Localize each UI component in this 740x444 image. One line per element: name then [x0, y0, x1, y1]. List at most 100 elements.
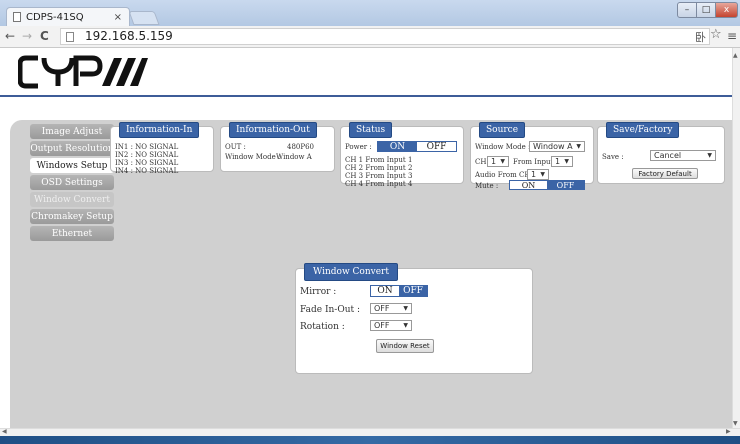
- taskbar: [0, 436, 740, 444]
- ch3-source: CH 3 From Input 3: [345, 172, 413, 180]
- close-window-button[interactable]: x: [715, 2, 738, 18]
- ch1-source: CH 1 From Input 1: [345, 156, 413, 164]
- mute-on[interactable]: ON: [510, 181, 547, 190]
- browser-toolbar: ← → C 192.168.5.159 卧 ☆ ≡: [0, 26, 740, 48]
- address-bar[interactable]: 192.168.5.159: [60, 28, 710, 45]
- maximize-button[interactable]: □: [696, 2, 716, 18]
- source-window-mode-select[interactable]: Window A ▼: [529, 141, 585, 152]
- save-factory-box: Save/Factory Save : Cancel ▼ Factory Defa…: [597, 122, 725, 184]
- star-icon[interactable]: ☆: [710, 27, 722, 42]
- ch-select[interactable]: 1 ▼: [487, 156, 509, 167]
- power-toggle[interactable]: ON OFF: [377, 141, 457, 152]
- main-panel: Image Adjust Output Resolution Windows S…: [10, 120, 732, 428]
- ch-value: 1: [491, 157, 497, 166]
- menu-ethernet[interactable]: Ethernet: [30, 226, 114, 241]
- power-off[interactable]: OFF: [417, 142, 456, 152]
- information-out-title: Information-Out: [229, 122, 317, 138]
- window-mode-label: Window Mode :: [225, 153, 281, 161]
- mirror-on[interactable]: ON: [371, 286, 399, 296]
- chevron-down-icon: ▼: [403, 322, 408, 329]
- from-input-value: 1: [555, 157, 561, 166]
- scroll-right-icon[interactable]: ▶: [726, 428, 731, 435]
- mirror-toggle[interactable]: ON OFF: [370, 285, 428, 297]
- chevron-down-icon: ▼: [403, 305, 408, 312]
- chevron-down-icon: ▼: [707, 152, 712, 159]
- save-factory-title: Save/Factory: [606, 122, 680, 138]
- menu-image-adjust[interactable]: Image Adjust: [30, 124, 114, 139]
- information-in-title: Information-In: [119, 122, 200, 138]
- fade-in-out-select[interactable]: OFF ▼: [370, 303, 412, 314]
- chevron-down-icon: ▼: [576, 143, 581, 150]
- save-label: Save :: [602, 153, 624, 161]
- in4-status: IN4 : NO SIGNAL: [115, 167, 179, 175]
- save-select[interactable]: Cancel ▼: [650, 150, 716, 161]
- mirror-label: Mirror :: [300, 287, 337, 297]
- ch-label: CH: [475, 158, 487, 166]
- out-value: 480P60: [287, 143, 314, 151]
- url-page-icon: [66, 32, 74, 42]
- scroll-up-icon[interactable]: ▲: [733, 52, 738, 59]
- factory-default-button[interactable]: Factory Default: [632, 168, 698, 179]
- source-window-mode-value: Window A: [533, 142, 573, 151]
- out-label: OUT :: [225, 143, 246, 151]
- scroll-down-icon[interactable]: ▼: [733, 420, 738, 427]
- from-input-label: From Input: [513, 158, 554, 166]
- chevron-down-icon: ▼: [564, 158, 569, 165]
- menu-windows-setup[interactable]: Windows Setup: [30, 158, 114, 173]
- horizontal-scrollbar[interactable]: [0, 428, 740, 436]
- audio-ch-select[interactable]: 1 ▼: [527, 169, 549, 180]
- window-reset-button[interactable]: Window Reset: [376, 339, 434, 353]
- in2-status: IN2 : NO SIGNAL: [115, 151, 179, 159]
- chevron-down-icon: ▼: [500, 158, 505, 165]
- menu-icon[interactable]: ≡: [727, 29, 737, 43]
- menu-window-convert[interactable]: Window Convert: [30, 192, 114, 207]
- browser-tab[interactable]: CDPS-41SQ ×: [6, 7, 130, 26]
- cyp-logo: [18, 55, 148, 89]
- page-icon: [13, 12, 21, 22]
- fade-in-out-label: Fade In-Out :: [300, 305, 361, 315]
- audio-ch-value: 1: [531, 170, 537, 179]
- scroll-left-icon[interactable]: ◀: [2, 428, 7, 435]
- mute-off[interactable]: OFF: [547, 181, 584, 190]
- window-convert-title: Window Convert: [304, 263, 398, 281]
- mute-toggle[interactable]: ON OFF: [509, 180, 585, 190]
- page-content: Image Adjust Output Resolution Windows S…: [0, 48, 732, 428]
- information-out-box: Information-Out OUT : 480P60 Window Mode…: [220, 122, 335, 172]
- source-title: Source: [479, 122, 526, 138]
- fade-in-out-value: OFF: [374, 304, 390, 313]
- rotation-label: Rotation :: [300, 322, 345, 332]
- forward-button[interactable]: →: [22, 29, 32, 43]
- source-box: Source Window Mode : Window A ▼ CH 1 ▼ Fro…: [470, 122, 594, 190]
- ch4-source: CH 4 From Input 4: [345, 180, 413, 188]
- mirror-off[interactable]: OFF: [399, 286, 427, 296]
- in3-status: IN3 : NO SIGNAL: [115, 159, 179, 167]
- audio-from-ch-label: Audio From CH: [475, 171, 531, 179]
- in1-status: IN1 : NO SIGNAL: [115, 143, 179, 151]
- status-title: Status: [349, 122, 393, 138]
- menu-output-resolution[interactable]: Output Resolution: [30, 141, 114, 156]
- mute-label: Mute :: [475, 182, 499, 190]
- tab-title: CDPS-41SQ: [26, 11, 84, 23]
- tab-close-icon[interactable]: ×: [114, 12, 122, 23]
- window-convert-box: Window Convert Mirror : ON OFF Fade In-O…: [295, 263, 533, 374]
- menu-osd-settings[interactable]: OSD Settings: [30, 175, 114, 190]
- chevron-down-icon: ▼: [540, 171, 545, 178]
- vertical-scrollbar[interactable]: [732, 48, 740, 436]
- window-mode-value: Window A: [276, 153, 312, 161]
- minimize-button[interactable]: –: [677, 2, 697, 18]
- ch2-source: CH 2 From Input 2: [345, 164, 413, 172]
- menu-chromakey-setup[interactable]: Chromakey Setup: [30, 209, 114, 224]
- from-input-select[interactable]: 1 ▼: [551, 156, 573, 167]
- translate-icon[interactable]: 卧: [695, 29, 706, 45]
- source-window-mode-label: Window Mode :: [475, 143, 531, 151]
- header-divider: [0, 95, 732, 97]
- information-in-box: Information-In IN1 : NO SIGNAL IN2 : NO …: [110, 122, 214, 175]
- reload-button[interactable]: C: [40, 29, 49, 43]
- rotation-value: OFF: [374, 321, 390, 330]
- rotation-select[interactable]: OFF ▼: [370, 320, 412, 331]
- power-on[interactable]: ON: [378, 142, 417, 152]
- new-tab-button[interactable]: [128, 11, 160, 25]
- power-label: Power :: [345, 143, 372, 151]
- back-button[interactable]: ←: [5, 29, 15, 43]
- status-box: Status Power : ON OFF CH 1 From Input 1 …: [340, 122, 464, 188]
